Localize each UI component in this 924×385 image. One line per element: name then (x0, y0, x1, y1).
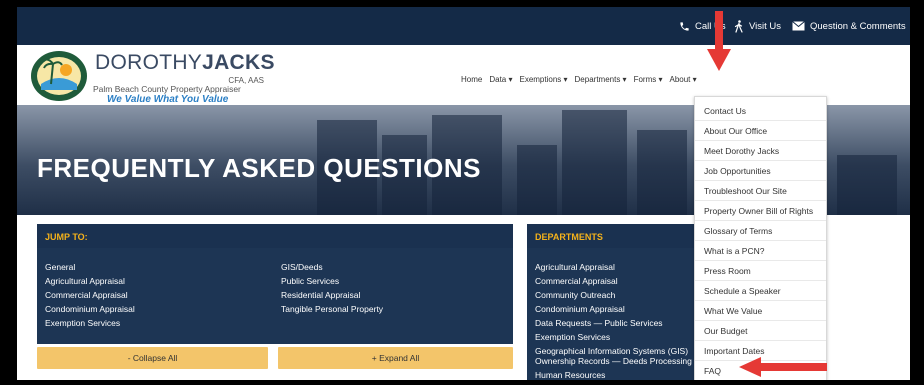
expand-all-button[interactable]: + Expand All (278, 347, 513, 369)
jump-link-condominium[interactable]: Condominium Appraisal (45, 304, 135, 314)
menu-item-press-room[interactable]: Press Room (695, 261, 826, 281)
jump-link-residential[interactable]: Residential Appraisal (281, 290, 360, 300)
question-comments-link[interactable]: Question & Comments (792, 7, 906, 45)
menu-item-schedule-speaker[interactable]: Schedule a Speaker (695, 281, 826, 301)
nav-departments[interactable]: Departments ▾ (575, 75, 627, 84)
site-logo[interactable]: DOROTHYJACKS CFA, AAS Palm Beach County … (29, 50, 274, 105)
nav-about[interactable]: About ▾ (669, 75, 696, 84)
menu-item-our-budget[interactable]: Our Budget (695, 321, 826, 341)
envelope-icon (792, 21, 805, 31)
brand-name: DOROTHYJACKS (95, 51, 275, 74)
menu-item-bill-of-rights[interactable]: Property Owner Bill of Rights (695, 201, 826, 221)
collapse-all-button[interactable]: - Collapse All (37, 347, 268, 369)
jump-link-commercial[interactable]: Commercial Appraisal (45, 290, 128, 300)
nav-forms[interactable]: Forms ▾ (634, 75, 663, 84)
jump-link-general[interactable]: General (45, 262, 75, 272)
brand-tagline: We Value What You Value (107, 94, 229, 105)
nav-exemptions[interactable]: Exemptions ▾ (519, 75, 567, 84)
menu-item-about-office[interactable]: About Our Office (695, 121, 826, 141)
county-seal-icon (29, 50, 89, 102)
menu-item-meet-dorothy[interactable]: Meet Dorothy Jacks (695, 141, 826, 161)
jump-link-gis-deeds[interactable]: GIS/Deeds (281, 262, 323, 272)
menu-item-glossary[interactable]: Glossary of Terms (695, 221, 826, 241)
utility-bar: Call Us Visit Us Question & Comments (17, 7, 910, 45)
brand-office: Palm Beach County Property Appraiser (93, 84, 241, 94)
menu-item-jobs[interactable]: Job Opportunities (695, 161, 826, 181)
about-dropdown-menu: Contact Us About Our Office Meet Dorothy… (694, 96, 827, 380)
jump-link-tangible[interactable]: Tangible Personal Property (281, 304, 383, 314)
jump-link-public-services[interactable]: Public Services (281, 276, 339, 286)
dept-link[interactable]: Condominium Appraisal (535, 304, 625, 314)
jump-link-agricultural[interactable]: Agricultural Appraisal (45, 276, 125, 286)
question-comments-label: Question & Comments (810, 20, 906, 32)
nav-data[interactable]: Data ▾ (489, 75, 512, 84)
dept-link[interactable]: Geographical Information Systems (GIS) (535, 346, 688, 356)
jump-link-exemption[interactable]: Exemption Services (45, 318, 120, 328)
phone-icon (679, 21, 690, 32)
dept-link[interactable]: Data Requests — Public Services (535, 318, 663, 328)
red-arrow-left-icon (739, 357, 827, 377)
menu-item-troubleshoot[interactable]: Troubleshoot Our Site (695, 181, 826, 201)
dept-link[interactable]: Exemption Services (535, 332, 610, 342)
visit-us-link[interactable]: Visit Us (734, 7, 781, 45)
visit-us-label: Visit Us (749, 20, 782, 32)
page-title: FREQUENTLY ASKED QUESTIONS (37, 153, 481, 183)
jump-to-panel: JUMP TO: General Agricultural Appraisal … (37, 224, 513, 344)
dept-link[interactable]: Human Resources (535, 370, 605, 380)
dept-link[interactable]: Ownership Records — Deeds Processing (535, 356, 692, 366)
dept-link[interactable]: Community Outreach (535, 290, 615, 300)
menu-item-what-we-value[interactable]: What We Value (695, 301, 826, 321)
dept-link[interactable]: Agricultural Appraisal (535, 262, 615, 272)
menu-item-pcn[interactable]: What is a PCN? (695, 241, 826, 261)
red-arrow-down-icon (707, 11, 731, 71)
browser-viewport: Call Us Visit Us Question & Comments DOR… (17, 7, 910, 380)
menu-item-contact-us[interactable]: Contact Us (695, 101, 826, 121)
nav-home[interactable]: Home (461, 75, 482, 84)
walking-person-icon (734, 19, 744, 33)
jump-to-heading: JUMP TO: (37, 224, 513, 248)
dept-link[interactable]: Commercial Appraisal (535, 276, 618, 286)
